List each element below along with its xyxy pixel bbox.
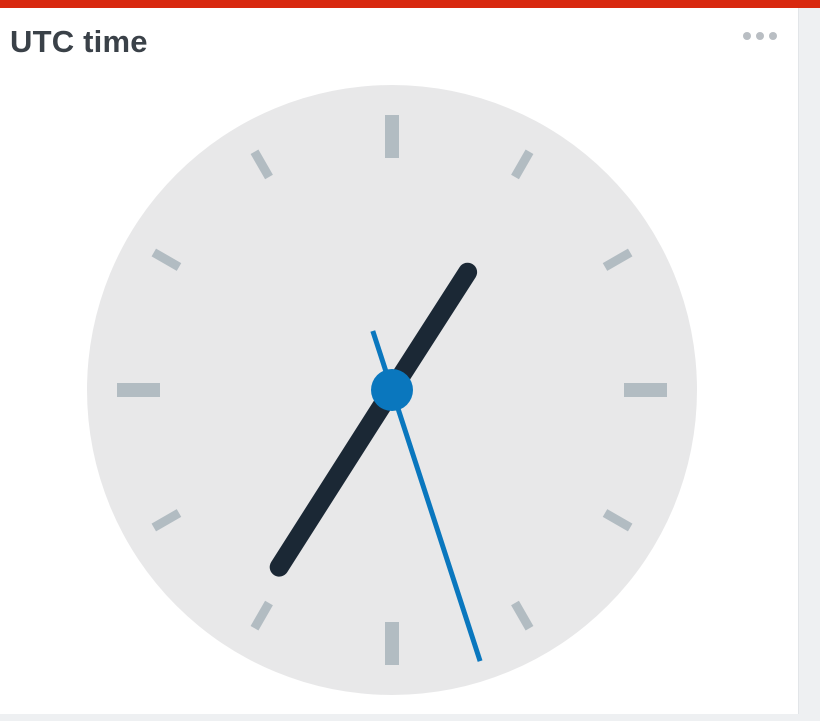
analog-clock bbox=[87, 85, 697, 695]
clock-center-cap bbox=[371, 369, 413, 411]
